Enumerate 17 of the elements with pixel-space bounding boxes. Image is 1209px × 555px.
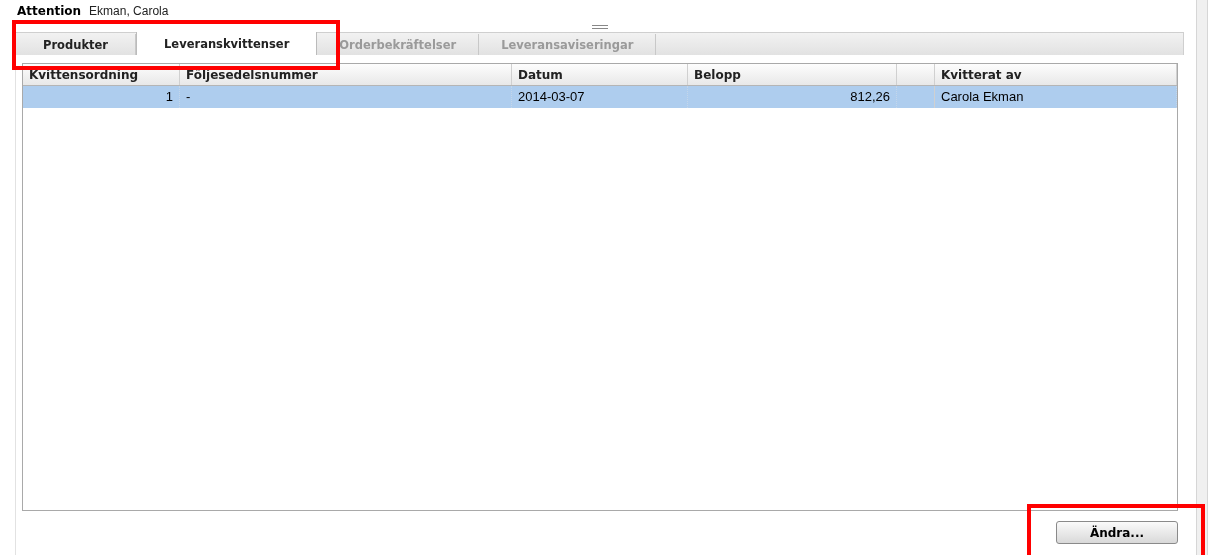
side-splitter[interactable]: [1196, 0, 1208, 555]
table-cell: 1: [23, 86, 180, 108]
column-header[interactable]: Belopp: [688, 64, 897, 85]
table-cell: 2014-03-07: [512, 86, 688, 108]
attention-value: Ekman, Carola: [89, 4, 169, 18]
tab[interactable]: Leveranskvittenser: [136, 32, 318, 55]
table-cell: -: [180, 86, 512, 108]
edit-button[interactable]: Ändra...: [1056, 521, 1178, 544]
attention-label: Attention: [17, 4, 82, 18]
column-header[interactable]: Kvittensordning: [23, 64, 180, 85]
column-header[interactable]: Följesedelsnummer: [180, 64, 512, 85]
table-cell: 812,26: [688, 86, 897, 108]
grip-icon[interactable]: [591, 25, 608, 29]
table-cell: Carola Ekman: [935, 86, 1177, 108]
table-row[interactable]: 1 - 2014-03-07 812,26 Carola Ekman: [23, 86, 1177, 108]
column-header[interactable]: Datum: [512, 64, 688, 85]
column-header[interactable]: Kvitterat av: [935, 64, 1177, 85]
